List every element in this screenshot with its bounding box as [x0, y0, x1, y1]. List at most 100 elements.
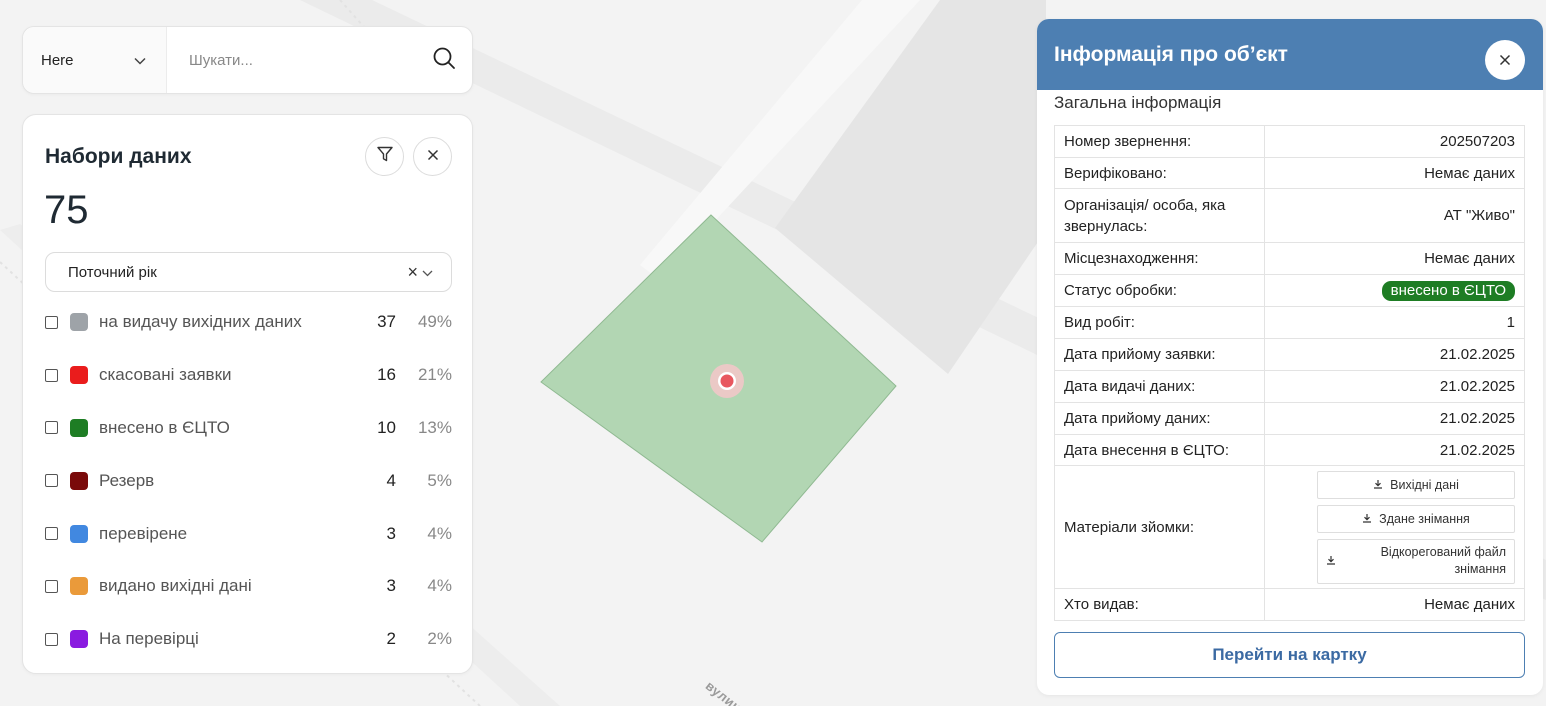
color-swatch	[70, 418, 88, 437]
row-label: Верифіковано:	[1054, 157, 1265, 189]
download-source-data-button[interactable]: Вихідні дані	[1317, 470, 1515, 499]
dataset-item[interactable]: На перевірці 2 2%	[45, 613, 452, 666]
request-number-value: 202507203	[1264, 125, 1525, 158]
dataset-label: на видачу вихідних даних	[99, 312, 302, 332]
dataset-checkbox[interactable]	[45, 368, 58, 382]
dataset-percent: 13%	[417, 417, 452, 437]
download-survey-button[interactable]: Здане знімання	[1317, 504, 1515, 533]
dataset-item[interactable]: видано вихідні дані 3 4%	[45, 560, 452, 613]
download-icon	[1326, 554, 1336, 568]
row-label: Організація/ особа, яка звернулась:	[1054, 188, 1265, 243]
row-label: Хто видав:	[1054, 588, 1265, 621]
entry-date-value: 21.02.2025	[1264, 434, 1525, 466]
chevron-down-icon	[134, 52, 146, 69]
dataset-label: скасовані заявки	[99, 365, 232, 385]
dataset-count: 3	[386, 523, 396, 543]
download-icon	[1373, 478, 1383, 492]
dataset-checkbox[interactable]	[45, 315, 58, 329]
color-swatch	[70, 366, 88, 385]
year-filter-select[interactable]: Поточний рік ×	[45, 252, 452, 292]
row-label: Матеріали зйомки:	[1054, 465, 1265, 589]
dataset-count: 3	[386, 576, 396, 596]
section-title: Загальна інформація	[1054, 93, 1222, 112]
color-swatch	[70, 524, 88, 543]
info-panel-title: Інформація про об’єкт	[1054, 42, 1288, 66]
close-icon	[1499, 48, 1511, 72]
close-icon	[427, 148, 439, 166]
search-button[interactable]	[416, 27, 472, 93]
close-info-button[interactable]	[1485, 40, 1525, 80]
dataset-item[interactable]: скасовані заявки 16 21%	[45, 349, 452, 402]
datasets-total-count: 75	[44, 188, 89, 232]
close-datasets-button[interactable]	[413, 137, 452, 176]
filter-icon	[376, 145, 394, 168]
table-row: Хто видав: Немає даних	[1054, 588, 1525, 621]
organization-value: АТ "Живо"	[1264, 188, 1525, 243]
dataset-item[interactable]: Резерв 4 5%	[45, 454, 452, 507]
row-label: Дата внесення в ЄЦТО:	[1054, 434, 1265, 466]
info-table: Номер звернення: 202507203 Верифіковано:…	[1054, 125, 1525, 621]
dataset-percent: 21%	[417, 365, 452, 385]
color-swatch	[70, 630, 88, 649]
table-row: Номер звернення: 202507203	[1054, 125, 1525, 158]
dataset-count: 16	[377, 365, 396, 385]
dataset-item[interactable]: внесено в ЄЦТО 10 13%	[45, 402, 452, 455]
dataset-count: 4	[386, 470, 396, 490]
dataset-checkbox[interactable]	[45, 527, 58, 541]
download-label: Вихідні дані	[1390, 477, 1459, 492]
datasets-panel: Набори даних 75 Поточний рік × на видачу…	[22, 114, 473, 674]
row-label: Дата прийому даних:	[1054, 402, 1265, 435]
table-row: Вид робіт: 1	[1054, 306, 1525, 339]
clear-icon[interactable]: ×	[407, 262, 418, 283]
row-label: Місцезнаходження:	[1054, 242, 1265, 275]
download-label: Відкорегований файл знімання	[1380, 545, 1506, 576]
dataset-checkbox[interactable]	[45, 421, 58, 435]
row-label: Дата прийому заявки:	[1054, 338, 1265, 371]
table-row: Верифіковано: Немає даних	[1054, 157, 1525, 189]
row-label: Номер звернення:	[1054, 125, 1265, 158]
work-type-value: 1	[1264, 306, 1525, 339]
info-panel-header: Інформація про об’єкт	[1037, 19, 1543, 90]
dataset-checkbox[interactable]	[45, 632, 58, 646]
color-swatch	[70, 313, 88, 332]
dataset-label: перевірене	[99, 523, 188, 543]
row-label: Вид робіт:	[1054, 306, 1265, 339]
dataset-item[interactable]: на видачу вихідних даних 37 49%	[45, 296, 452, 349]
dataset-percent: 5%	[427, 470, 452, 490]
search-input[interactable]	[167, 27, 416, 93]
table-row: Місцезнаходження: Немає даних	[1054, 242, 1525, 275]
go-to-card-button[interactable]: Перейти на картку	[1054, 632, 1525, 678]
dataset-count: 10	[377, 417, 396, 437]
status-badge: внесено в ЄЦТО	[1381, 280, 1515, 301]
dataset-percent: 4%	[427, 576, 452, 596]
table-row: Дата прийому даних: 21.02.2025	[1054, 402, 1525, 435]
dataset-legend-list: на видачу вихідних даних 37 49% скасован…	[45, 296, 452, 666]
dataset-label: Резерв	[99, 470, 155, 490]
download-corrected-survey-button[interactable]: Відкорегований файл знімання	[1317, 538, 1515, 584]
row-label: Статус обробки:	[1054, 274, 1265, 307]
dataset-item[interactable]: перевірене 3 4%	[45, 507, 452, 560]
provider-value: Here	[41, 51, 74, 69]
table-row: Дата прийому заявки: 21.02.2025	[1054, 338, 1525, 371]
dataset-label: внесено в ЄЦТО	[99, 417, 230, 437]
dataset-checkbox[interactable]	[45, 474, 58, 488]
dataset-percent: 2%	[427, 629, 452, 649]
color-swatch	[70, 471, 88, 490]
table-row: Дата внесення в ЄЦТО: 21.02.2025	[1054, 434, 1525, 466]
table-row: Матеріали зйомки: Вихідні дані Здане зні…	[1054, 465, 1525, 589]
row-label: Дата видачі даних:	[1054, 370, 1265, 403]
object-info-panel: Інформація про об’єкт Загальна інформаці…	[1037, 19, 1543, 695]
geocoder-provider-select[interactable]: Here	[23, 27, 167, 93]
location-value: Немає даних	[1264, 242, 1525, 275]
dataset-label: На перевірці	[99, 629, 199, 649]
table-row: Дата видачі даних: 21.02.2025	[1054, 370, 1525, 403]
dataset-checkbox[interactable]	[45, 579, 58, 593]
color-swatch	[70, 577, 88, 596]
accept-date-value: 21.02.2025	[1264, 338, 1525, 371]
filter-button[interactable]	[365, 137, 404, 176]
table-row: Організація/ особа, яка звернулась: АТ "…	[1054, 188, 1525, 243]
download-icon	[1362, 512, 1372, 526]
search-bar: Here	[22, 26, 473, 94]
location-marker[interactable]	[720, 374, 734, 388]
dataset-percent: 4%	[427, 523, 452, 543]
